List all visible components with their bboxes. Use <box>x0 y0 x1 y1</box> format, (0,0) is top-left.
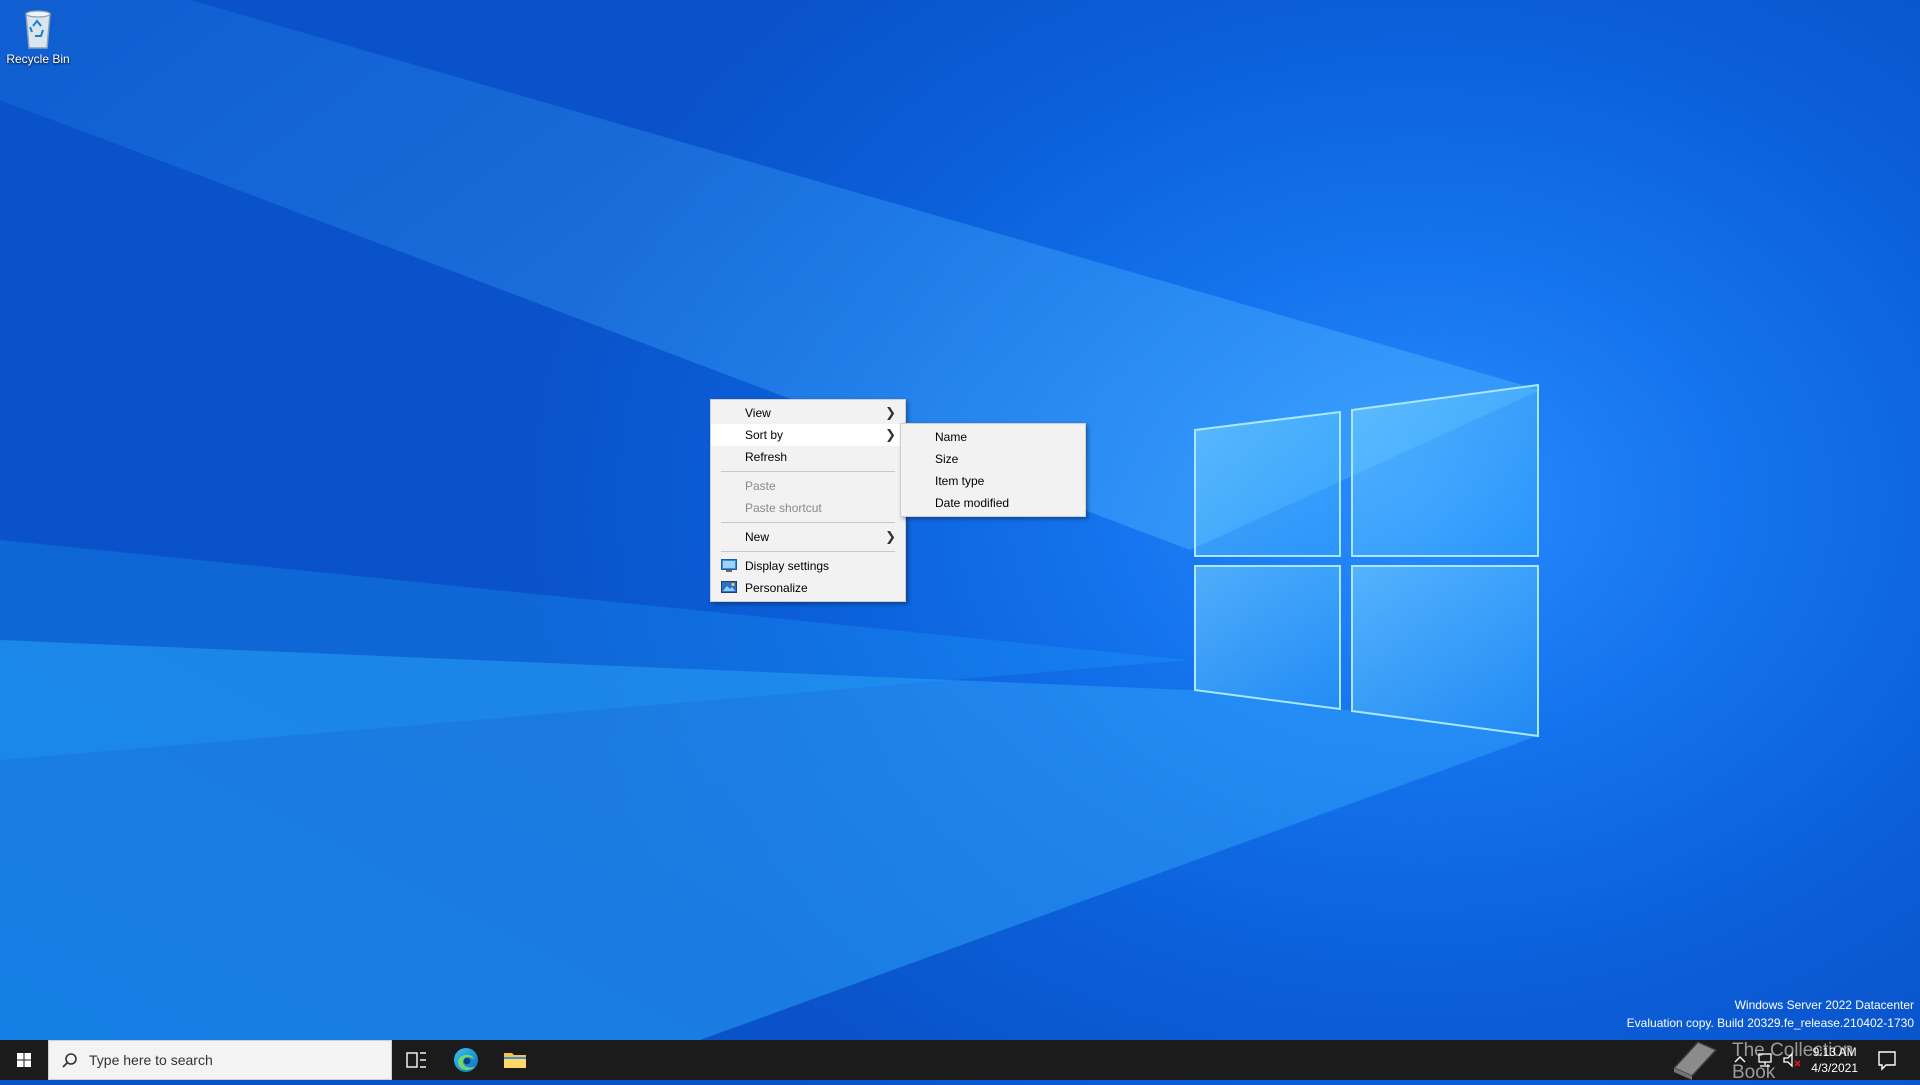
menu-item-label: Size <box>935 452 959 466</box>
book-logo-icon <box>1672 1041 1718 1080</box>
menu-item-refresh[interactable]: Refresh <box>711 446 905 468</box>
taskbar-search-box[interactable]: Type here to search <box>48 1040 392 1080</box>
menu-item-display-settings[interactable]: Display settings <box>711 555 905 577</box>
menu-separator <box>721 471 895 472</box>
menu-item-personalize[interactable]: Personalize <box>711 577 905 599</box>
menu-item-label: Display settings <box>745 559 830 573</box>
menu-item-sort-by[interactable]: Sort by ❯ <box>711 424 905 446</box>
desktop-context-menu: View ❯ Sort by ❯ Refresh Paste Paste sho… <box>710 399 906 602</box>
desktop-icon-recycle-bin[interactable]: Recycle Bin <box>4 6 72 66</box>
file-explorer-icon <box>504 1053 526 1068</box>
taskbar: Type here to search 9:13 AM 4/3/2021 <box>0 1040 1920 1080</box>
recycle-bin-icon <box>25 10 51 49</box>
watermark-edition: Windows Server 2022 Datacenter <box>1734 998 1914 1012</box>
menu-item-label: View <box>745 406 771 420</box>
watermark-build: Evaluation copy. Build 20329.fe_release.… <box>1626 1016 1914 1030</box>
submenu-item-date-modified[interactable]: Date modified <box>901 492 1085 514</box>
menu-item-label: Paste shortcut <box>745 501 822 515</box>
task-view-icon <box>406 1052 426 1068</box>
menu-item-label: Name <box>935 430 968 444</box>
brand-overlay: The Collection Book <box>1668 1034 1878 1083</box>
display-settings-icon <box>721 559 737 572</box>
desktop-icon-label: Recycle Bin <box>6 52 70 66</box>
chevron-right-icon: ❯ <box>885 529 896 544</box>
chevron-right-icon: ❯ <box>885 405 896 420</box>
sort-by-submenu: Name Size Item type Date modified <box>900 423 1086 517</box>
menu-item-label: New <box>745 530 770 544</box>
windows-logo-icon <box>17 1053 31 1067</box>
menu-item-label: Item type <box>935 474 985 488</box>
start-button[interactable] <box>0 1040 48 1080</box>
submenu-item-name[interactable]: Name <box>901 426 1085 448</box>
taskbar-edge-button[interactable] <box>442 1040 490 1080</box>
menu-separator <box>721 522 895 523</box>
search-icon <box>62 1053 77 1068</box>
search-placeholder: Type here to search <box>89 1052 213 1068</box>
brand-text: The Collection Book <box>1732 1040 1854 1083</box>
menu-item-label: Paste <box>745 479 776 493</box>
edge-browser-icon <box>454 1048 478 1072</box>
menu-item-label: Personalize <box>745 581 808 595</box>
desktop-wallpaper <box>0 0 1540 1040</box>
taskbar-file-explorer-button[interactable] <box>491 1040 539 1080</box>
menu-item-new[interactable]: New ❯ <box>711 526 905 548</box>
menu-item-label: Date modified <box>935 496 1010 510</box>
menu-item-label: Refresh <box>745 450 788 464</box>
menu-item-label: Sort by <box>745 428 784 442</box>
submenu-item-size[interactable]: Size <box>901 448 1085 470</box>
menu-item-paste[interactable]: Paste <box>711 475 905 497</box>
menu-separator <box>721 551 895 552</box>
submenu-item-item-type[interactable]: Item type <box>901 470 1085 492</box>
menu-item-view[interactable]: View ❯ <box>711 402 905 424</box>
menu-item-paste-shortcut[interactable]: Paste shortcut <box>711 497 905 519</box>
os-watermark: Windows Server 2022 Datacenter Evaluatio… <box>1627 996 1914 1032</box>
personalize-icon <box>721 581 737 593</box>
task-view-button[interactable] <box>392 1040 440 1080</box>
chevron-right-icon: ❯ <box>885 427 896 442</box>
